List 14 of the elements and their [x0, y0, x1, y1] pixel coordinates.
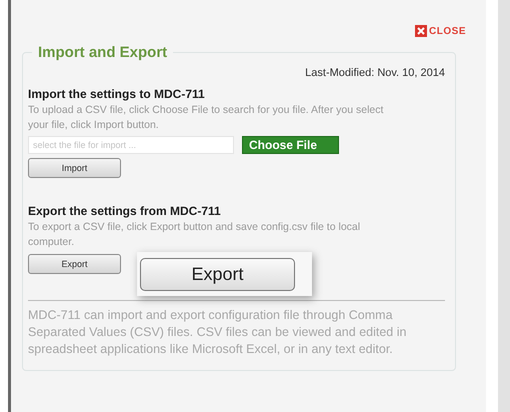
section-heading: Export the settings from MDC-711	[28, 204, 222, 218]
last-modified-text: Last-Modified: Nov. 10, 2014	[304, 67, 445, 79]
info-paragraph: MDC-711 can import and export configuration file through Comma Separated Values (CSV) files. CSV files can be viewed and edited in spreadsheet applications like Microsoft Excel, or in any text editor.	[28, 307, 408, 358]
section-title: Import and Export	[37, 44, 168, 61]
export-description: To export a CSV file, click Export button and save config.csv file to local computer.	[28, 220, 362, 250]
import-button[interactable]: Import	[28, 158, 121, 178]
close-icon	[415, 25, 428, 37]
file-input-field[interactable]: select the file for import ...	[28, 136, 234, 154]
choose-file-button[interactable]: Choose File	[242, 136, 339, 154]
export-button[interactable]: Export	[140, 258, 295, 290]
close-button[interactable]: CLOSE	[415, 22, 466, 40]
export-button[interactable]: Export	[28, 254, 121, 274]
section-heading: Import the settings to MDC-711	[28, 87, 206, 101]
import-description: To upload a CSV file, click Choose File to search for you file. After you select your file, click Import button.	[28, 103, 384, 133]
